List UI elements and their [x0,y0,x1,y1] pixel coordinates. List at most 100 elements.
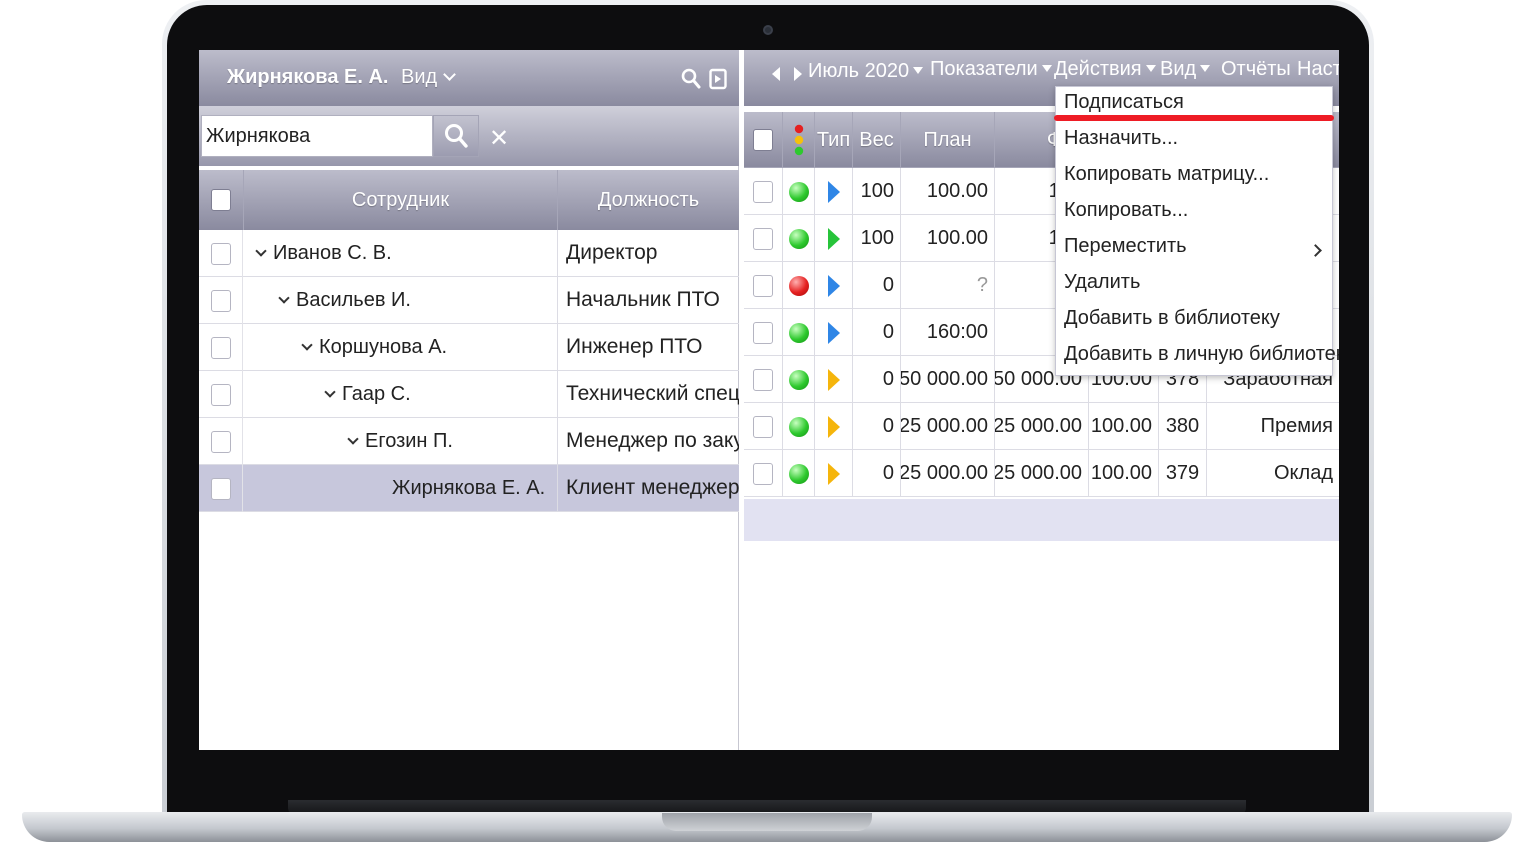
employee-row-checkbox[interactable] [210,242,231,265]
kpi-type-cell [814,309,852,356]
employee-name: Гаар С. [324,383,411,406]
kpi-pct-cell: 100.00 [1088,403,1158,450]
status-green-icon [788,463,809,484]
kpi-fact-cell: 25 000.00 [994,403,1088,450]
kpi-type-cell [814,215,852,262]
kpi-id-cell: 380 [1158,403,1206,450]
kpi-type-triangle-icon [827,227,840,250]
kpi-plan-cell: 100.00 [900,168,994,215]
employee-name: Егозин П. [347,430,453,453]
menu-item-assign[interactable]: Назначить... [1064,127,1178,150]
view-menu-right-label: Вид [1160,58,1197,80]
kpi-row[interactable]: 0 25 000.00 25 000.00 100.00 379 Оклад [744,450,1339,497]
actions-menu[interactable]: Действия [1054,58,1156,81]
employee-row-checkbox-cell [199,465,243,512]
camera-icon [763,25,773,35]
kpi-row-checkbox[interactable] [753,462,773,485]
kpi-row-checkbox[interactable] [753,415,773,438]
tree-expand-chevron-icon[interactable] [278,292,290,304]
kpi-checkbox-cell [744,309,782,356]
kpi-status-cell [782,403,814,450]
kpi-checkbox-cell [744,262,782,309]
employee-row[interactable]: Иванов С. В. Директор [199,230,739,277]
kpi-select-all-checkbox[interactable] [753,129,773,151]
status-green-icon [788,322,809,343]
menu-item-copy[interactable]: Копировать... [1064,199,1188,222]
kpi-weight-cell: 0 [852,309,900,356]
kpi-row-checkbox[interactable] [753,368,773,391]
employee-row-checkbox[interactable] [210,289,231,312]
kpi-checkbox-cell [744,356,782,403]
column-position[interactable]: Должность [557,170,739,230]
menu-item-add-to-library[interactable]: Добавить в библиотеку [1064,307,1280,330]
prev-period-arrow[interactable] [772,64,780,87]
employee-row[interactable]: Васильев И. Начальник ПТО [199,277,739,324]
next-period-arrow[interactable] [794,64,802,87]
kpi-table-footer [744,499,1339,541]
tree-expand-chevron-icon[interactable] [324,386,336,398]
kpi-type-triangle-icon [827,274,840,297]
reports-menu[interactable]: Отчёты [1221,58,1291,81]
indicators-menu[interactable]: Показатели [930,58,1052,81]
select-all-checkbox[interactable] [211,189,231,211]
kpi-type-cell [814,356,852,403]
menu-item-move[interactable]: Переместить [1064,235,1187,258]
employee-row[interactable]: Егозин П. Менеджер по закуп [199,418,739,465]
kpi-weight-cell: 100 [852,215,900,262]
kpi-row[interactable]: 0 25 000.00 25 000.00 100.00 380 Премия [744,403,1339,450]
kpi-checkbox-cell [744,215,782,262]
view-menu-right[interactable]: Вид [1160,58,1211,81]
kpi-row-checkbox[interactable] [753,321,773,344]
submenu-chevron-icon [1309,244,1322,257]
tree-expand-chevron-icon[interactable] [347,433,359,445]
indicators-menu-label: Показатели [930,58,1038,80]
employee-position: Директор [557,230,739,277]
kpi-weight-cell: 0 [852,450,900,497]
employee-position: Начальник ПТО [557,277,739,324]
settings-menu[interactable]: Наст [1297,58,1339,81]
tree-expand-chevron-icon[interactable] [301,339,313,351]
employee-search-input[interactable] [201,115,433,157]
column-plan[interactable]: План [900,112,994,168]
employee-row-checkbox[interactable] [210,477,231,500]
kpi-row-checkbox[interactable] [753,227,773,250]
dropdown-triangle-icon [1041,65,1052,72]
kpi-status-cell [782,168,814,215]
export-icon[interactable] [709,68,727,95]
menu-item-subscribe[interactable]: Подписаться [1064,91,1184,114]
column-weight[interactable]: Вес [852,112,900,168]
column-type[interactable]: Тип [814,112,852,168]
employee-row[interactable]: Коршунова А. Инженер ПТО [199,324,739,371]
kpi-checkbox-cell [744,450,782,497]
column-status[interactable] [782,112,814,168]
search-icon[interactable] [681,68,701,95]
clear-search-button[interactable]: ✕ [489,124,509,153]
kpi-select-all-cell [744,112,782,168]
employee-row-checkbox[interactable] [210,383,231,406]
column-employee[interactable]: Сотрудник [243,170,557,230]
employee-row-checkbox-cell [199,371,243,418]
kpi-status-cell [782,356,814,403]
menu-item-delete[interactable]: Удалить [1064,271,1140,294]
kpi-type-cell [814,262,852,309]
view-menu[interactable]: Вид [401,66,457,89]
menu-item-copy-matrix[interactable]: Копировать матрицу... [1064,163,1269,186]
employee-row[interactable]: Жирнякова Е. А. Клиент менеджер [199,465,739,512]
kpi-row-checkbox[interactable] [753,180,773,203]
employee-row-checkbox[interactable] [210,430,231,453]
employee-row[interactable]: Гаар С. Технический специа [199,371,739,418]
employee-name-text: Егозин П. [365,430,453,452]
kpi-status-cell [782,215,814,262]
kpi-type-cell [814,403,852,450]
period-label: Июль 2020 [808,60,910,82]
employee-position: Инженер ПТО [557,324,739,371]
search-button[interactable] [433,115,479,157]
kpi-row-checkbox[interactable] [753,274,773,297]
status-green-icon [788,228,809,249]
menu-item-add-to-personal-library[interactable]: Добавить в личную библиотеку [1064,343,1339,366]
employee-row-checkbox[interactable] [210,336,231,359]
dropdown-triangle-icon [913,67,924,74]
kpi-type-triangle-icon [827,462,840,485]
period-selector[interactable]: Июль 2020 [808,60,924,83]
tree-expand-chevron-icon[interactable] [255,245,267,257]
